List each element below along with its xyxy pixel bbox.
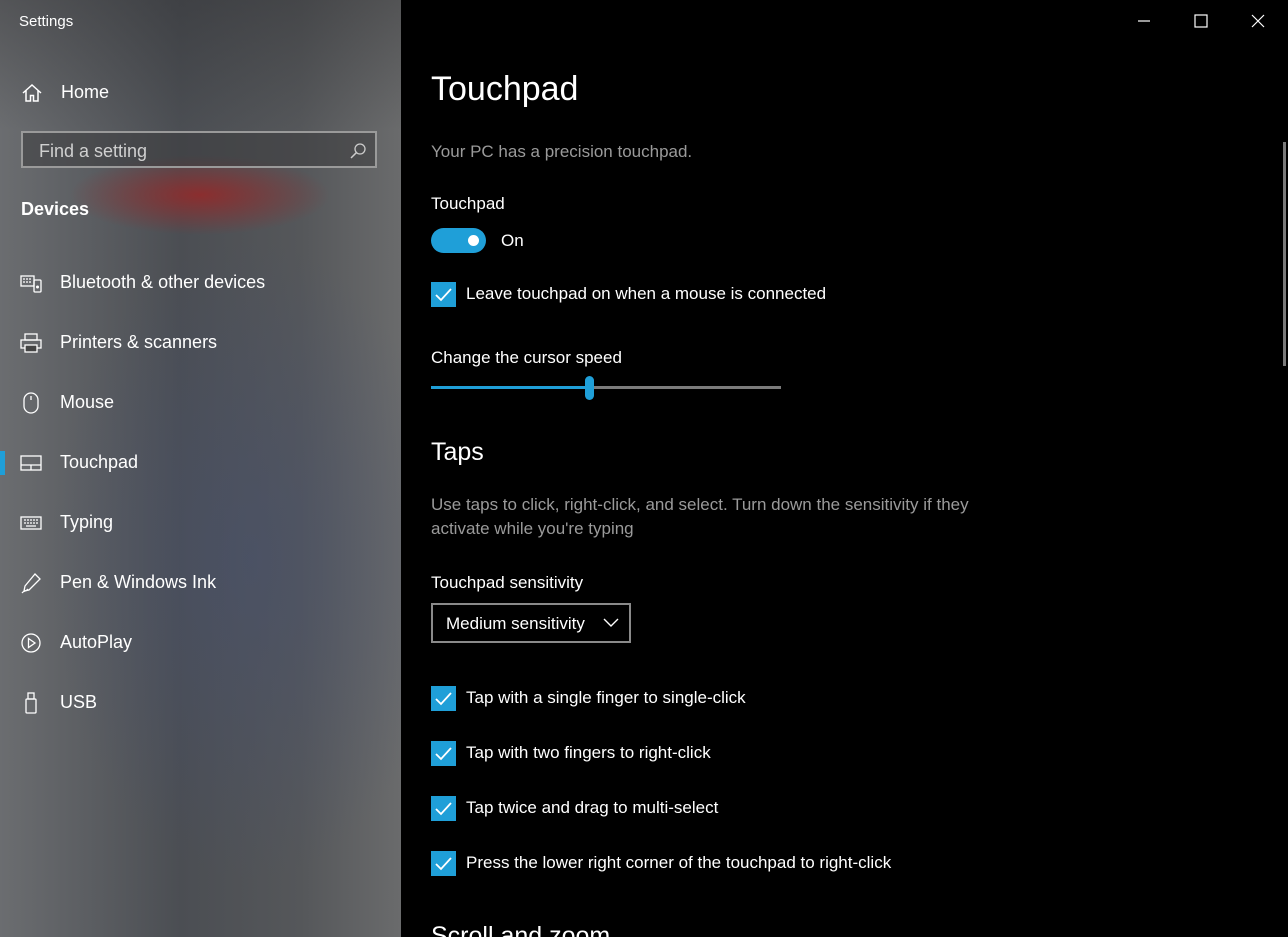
sensitivity-label: Touchpad sensitivity xyxy=(431,573,584,592)
toggle-state: On xyxy=(501,231,524,250)
autoplay-icon xyxy=(21,633,41,653)
section-heading: Devices xyxy=(21,199,90,219)
sidebar-item-label: USB xyxy=(60,692,98,712)
scroll-zoom-heading: Scroll and zoom xyxy=(431,922,611,937)
sidebar-item-label: Mouse xyxy=(60,392,115,412)
sidebar-item-autoplay[interactable]: AutoPlay xyxy=(0,617,401,669)
touchpad-toggle-label: Touchpad xyxy=(431,194,505,213)
sensitivity-value: Medium sensitivity xyxy=(446,614,585,633)
slider-fill xyxy=(431,386,589,389)
checkmark-icon xyxy=(435,857,452,871)
scrollbar[interactable] xyxy=(1283,142,1286,366)
minimize-button[interactable] xyxy=(1116,0,1172,42)
checkmark-icon xyxy=(435,802,452,816)
checkmark-icon xyxy=(435,747,452,761)
search-box[interactable] xyxy=(21,131,377,168)
corner-right-click-checkbox[interactable] xyxy=(431,851,456,876)
sidebar-item-touchpad[interactable]: Touchpad xyxy=(0,437,401,489)
sensitivity-dropdown[interactable]: Medium sensitivity xyxy=(431,603,631,643)
sidebar-item-label: Typing xyxy=(60,512,114,532)
cursor-speed-label: Change the cursor speed xyxy=(431,348,622,367)
mouse-icon xyxy=(23,392,39,414)
close-button[interactable] xyxy=(1230,0,1286,42)
search-icon[interactable] xyxy=(349,142,367,160)
content-pane: Touchpad Your PC has a precision touchpa… xyxy=(401,0,1288,937)
sidebar-item-mouse[interactable]: Mouse xyxy=(0,377,401,429)
precision-note: Your PC has a precision touchpad. xyxy=(431,142,693,161)
pen-icon xyxy=(21,573,41,594)
tap-drag-checkbox[interactable] xyxy=(431,796,456,821)
maximize-button[interactable] xyxy=(1173,0,1229,42)
active-indicator xyxy=(0,451,5,475)
two-finger-tap-label: Tap with two fingers to right-click xyxy=(466,743,711,762)
sidebar-item-label: Bluetooth & other devices xyxy=(60,272,266,292)
two-finger-tap-checkbox[interactable] xyxy=(431,741,456,766)
sidebar-item-label: AutoPlay xyxy=(60,632,133,652)
corner-right-click-label: Press the lower right corner of the touc… xyxy=(466,853,892,872)
bluetooth-devices-icon xyxy=(20,275,42,293)
close-icon xyxy=(1251,14,1265,28)
slider-thumb[interactable] xyxy=(584,376,594,400)
leave-on-label: Leave touchpad on when a mouse is connec… xyxy=(466,284,827,303)
sidebar-item-label: Printers & scanners xyxy=(60,332,218,352)
taps-heading: Taps xyxy=(431,438,484,466)
sidebar-item-bluetooth[interactable]: Bluetooth & other devices xyxy=(0,257,401,309)
maximize-icon xyxy=(1194,14,1208,28)
taps-description-line1: Use taps to click, right-click, and sele… xyxy=(431,495,969,514)
touchpad-toggle[interactable] xyxy=(431,228,486,253)
tap-drag-label: Tap twice and drag to multi-select xyxy=(466,798,719,817)
home-icon xyxy=(22,83,42,102)
minimize-icon xyxy=(1138,20,1150,22)
page-title: Touchpad xyxy=(431,70,579,108)
sidebar-item-usb[interactable]: USB xyxy=(0,677,401,729)
cursor-speed-slider[interactable] xyxy=(431,376,781,400)
sidebar-item-home[interactable]: Home xyxy=(0,72,401,112)
keyboard-icon xyxy=(20,516,42,530)
checkmark-icon xyxy=(435,692,452,706)
toggle-knob xyxy=(468,235,479,246)
sidebar-item-label: Pen & Windows Ink xyxy=(60,572,217,592)
checkmark-icon xyxy=(435,288,452,302)
window-title: Settings xyxy=(19,13,74,30)
sidebar-item-typing[interactable]: Typing xyxy=(0,497,401,549)
usb-icon xyxy=(25,692,37,714)
taps-description-line2: activate while you're typing xyxy=(431,519,634,538)
touchpad-icon xyxy=(20,455,42,471)
printer-icon xyxy=(20,333,42,353)
single-finger-tap-label: Tap with a single finger to single-click xyxy=(466,688,746,707)
sidebar-item-label: Touchpad xyxy=(60,452,139,472)
sidebar-item-label: Home xyxy=(61,82,110,102)
sidebar: Settings Home Devices Bluetooth & other … xyxy=(0,0,401,937)
sidebar-item-pen[interactable]: Pen & Windows Ink xyxy=(0,557,401,609)
chevron-down-icon xyxy=(603,618,619,627)
single-finger-tap-checkbox[interactable] xyxy=(431,686,456,711)
search-input[interactable] xyxy=(37,139,341,163)
sidebar-item-printers[interactable]: Printers & scanners xyxy=(0,317,401,369)
leave-on-checkbox[interactable] xyxy=(431,282,456,307)
